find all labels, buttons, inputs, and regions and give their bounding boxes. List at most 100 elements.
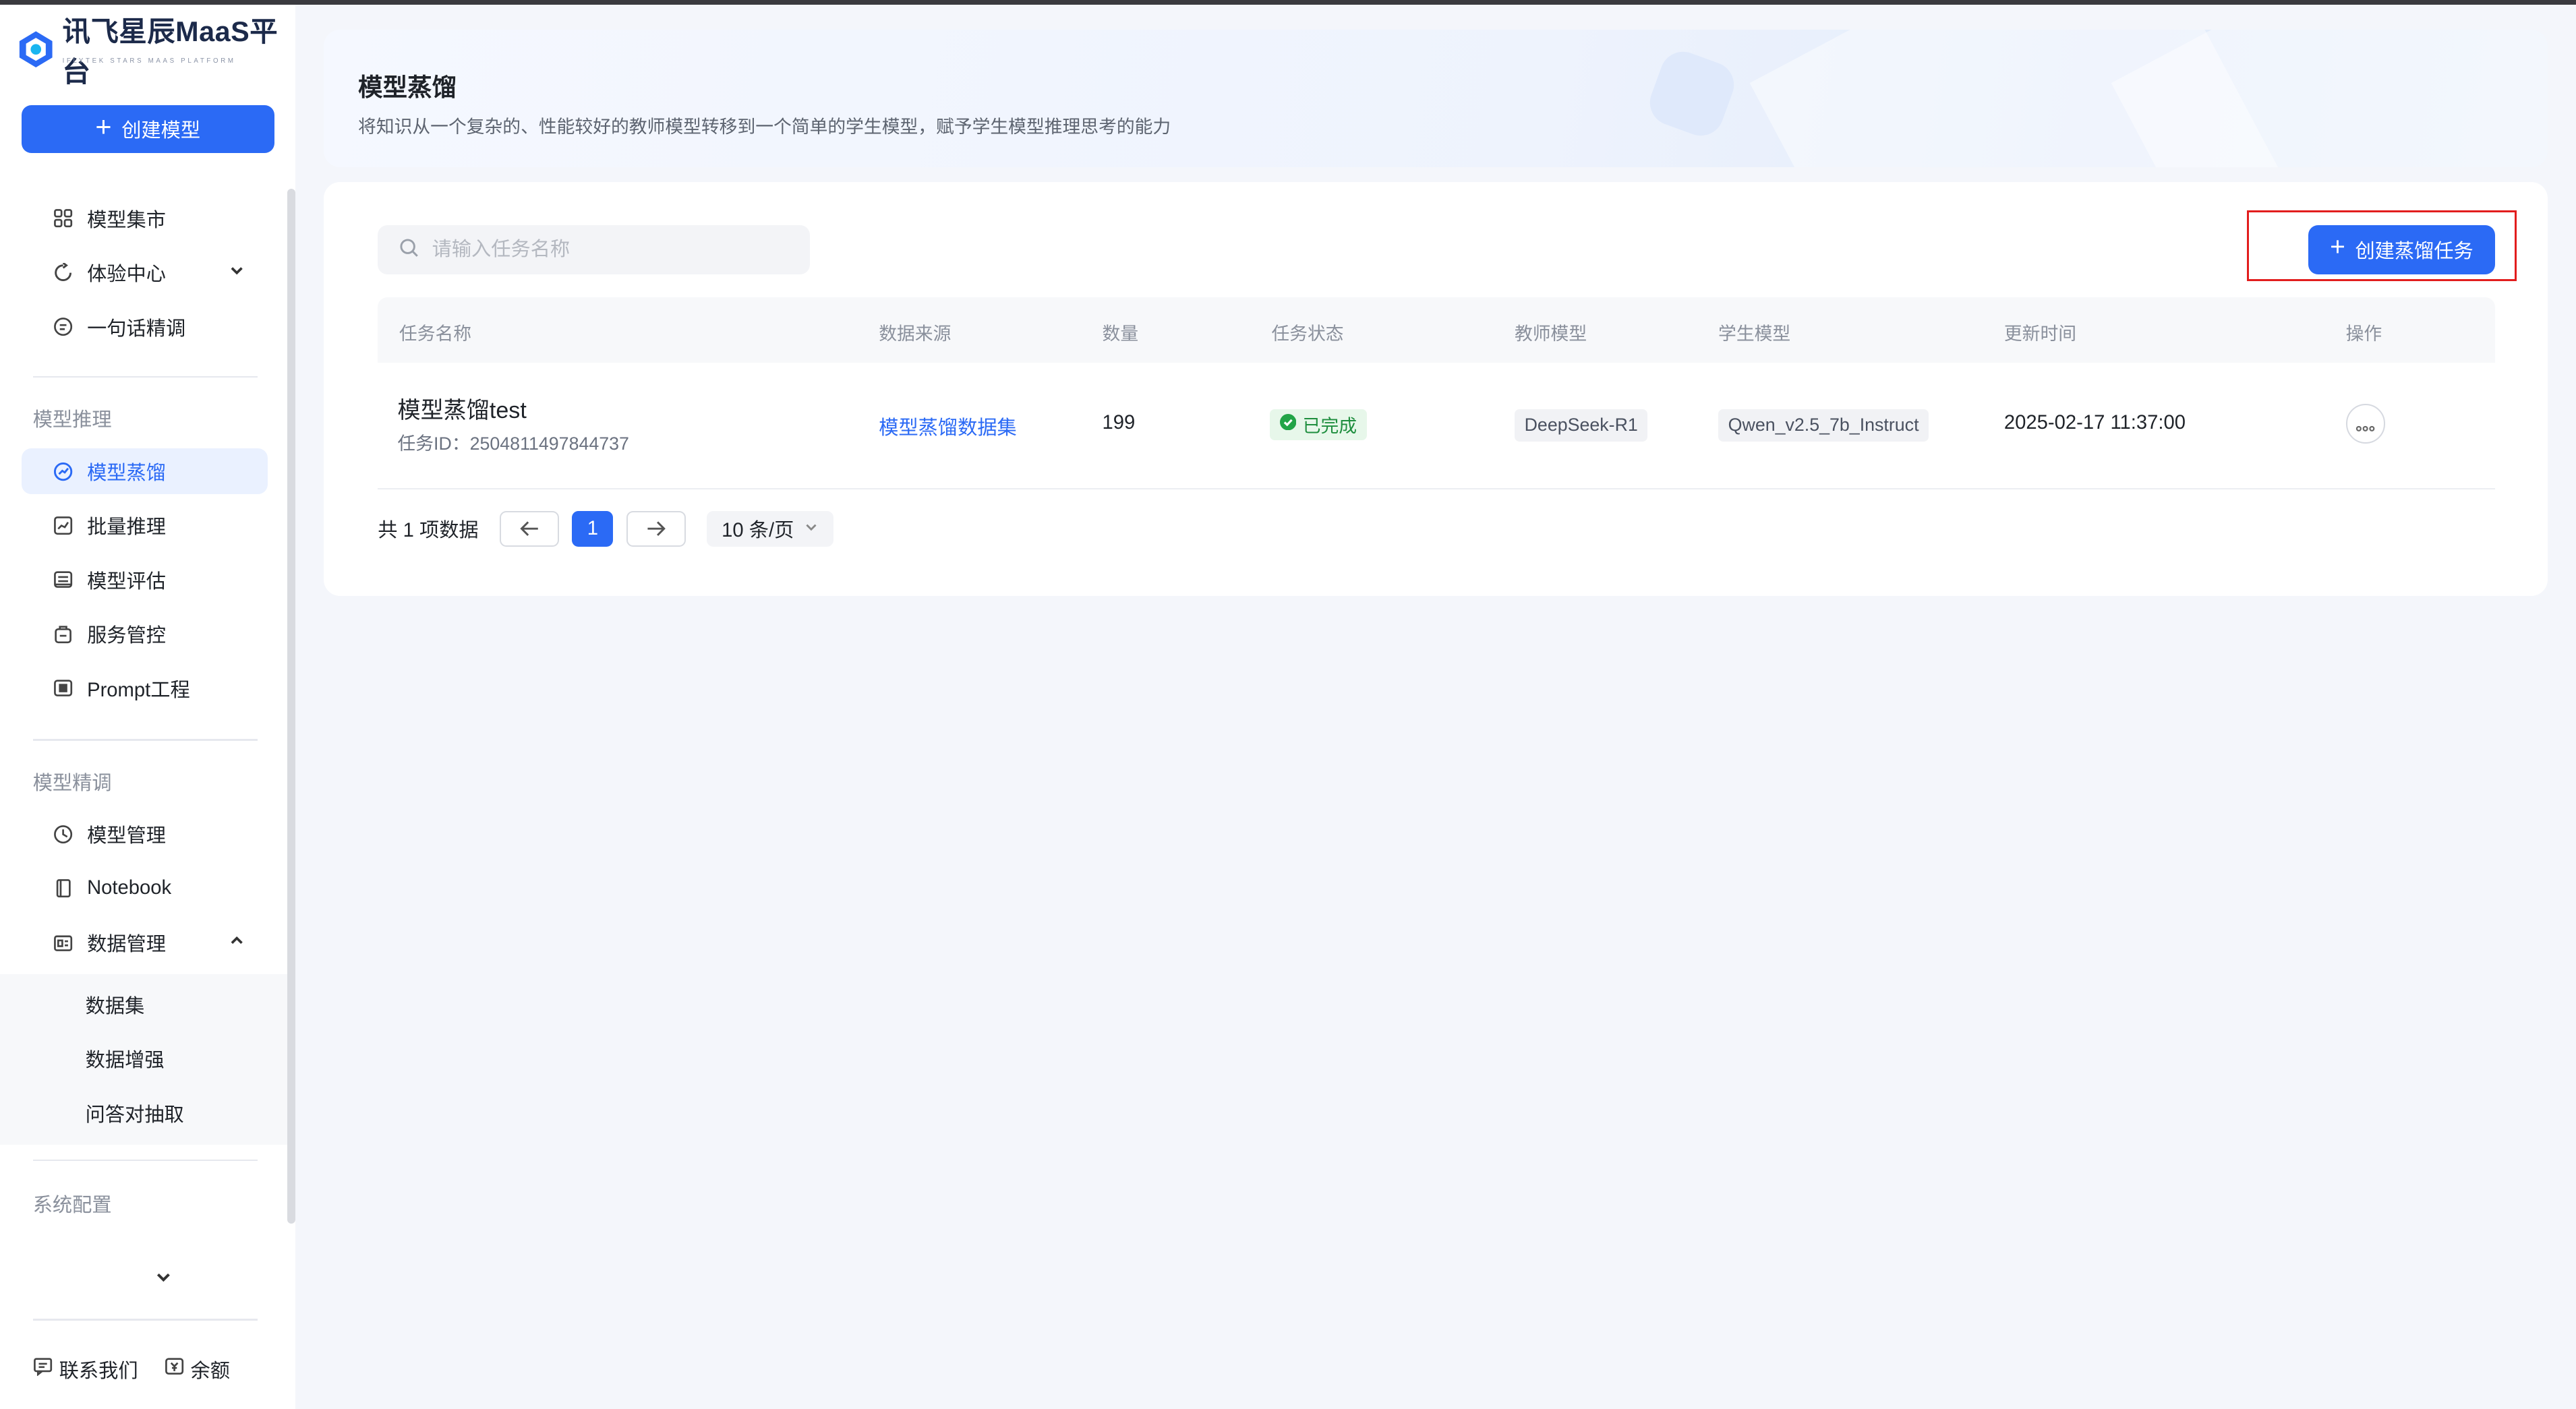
page-title: 模型蒸馏 [358,73,457,101]
status-badge: 已完成 [1270,409,1367,440]
column-header-count: 数量 [1102,323,1139,344]
sidebar-item-model-market[interactable]: 模型集市 [22,196,268,241]
sidebar-item-label: Notebook [87,877,172,899]
search-input[interactable] [432,238,794,261]
pagination: 共 1 项数据 1 10 条/页 [378,510,833,547]
sidebar-item-label: Prompt工程 [87,679,190,701]
chevron-up-icon[interactable] [229,932,245,953]
create-model-button[interactable]: + 创建模型 [21,104,274,153]
sidebar-divider [32,739,258,741]
chevron-down-icon[interactable] [154,1268,173,1291]
plus-icon: + [2330,233,2345,262]
prompt-icon [53,678,74,699]
task-list-card: + 创建蒸馏任务 任务名称 数据来源 数量 任务状态 教师模型 学生模型 更新时… [323,182,2548,597]
page-size-label: 10 条/页 [722,520,794,542]
more-actions-button[interactable] [2345,404,2386,444]
column-header-student-model: 学生模型 [1718,323,1791,344]
data-icon [53,932,74,953]
banner-decoration [1643,45,1740,142]
create-model-label: 创建模型 [121,120,201,142]
balance-link[interactable]: 余额 [165,1355,230,1383]
sidebar-divider [32,1319,258,1321]
sidebar-item-one-sentence-tune[interactable]: 一句话精调 [22,304,268,350]
data-source-link[interactable]: 模型蒸馏数据集 [879,412,1017,440]
section-label-inference: 模型推理 [32,409,112,431]
sidebar-item-label: 模型集市 [87,209,166,231]
contact-us-label: 联系我们 [59,1360,138,1382]
sidebar-item-model-distill[interactable]: 模型蒸馏 [21,448,268,495]
brand-subtitle: IFLYTEK STARS MAAS PLATFORM [62,57,236,65]
create-distill-task-button[interactable]: + 创建蒸馏任务 [2308,224,2496,274]
page-number-current[interactable]: 1 [572,510,614,547]
chevron-down-icon[interactable] [229,262,245,283]
task-name: 模型蒸馏test [397,397,527,423]
page-banner: 模型蒸馏 将知识从一个复杂的、性能较好的教师模型转移到一个简单的学生模型，赋予学… [323,29,2548,168]
sidebar-item-label: 体验中心 [87,264,166,286]
sidebar-item-batch-inference[interactable]: 批量推理 [22,502,268,548]
balance-label: 余额 [190,1360,230,1382]
column-header-teacher-model: 教师模型 [1514,323,1587,344]
sidebar-scrollbar[interactable] [287,189,296,1224]
arrow-left-icon [519,514,539,543]
contact-us-link[interactable]: 联系我们 [33,1355,138,1383]
sidebar-divider [32,1159,258,1162]
sidebar-item-data-management[interactable]: 数据管理 [22,920,268,965]
sidebar-item-label: 批量推理 [87,516,166,539]
sidebar-item-label: 服务管控 [87,625,166,647]
chevron-down-icon [804,518,819,540]
sidebar-item-service-control[interactable]: 服务管控 [22,611,268,657]
notebook-icon [53,878,74,899]
distill-icon [53,460,74,482]
student-model-tag: Qwen_v2.5_7b_Instruct [1718,409,1929,442]
column-header-actions: 操作 [2345,323,2382,344]
create-distill-task-label: 创建蒸馏任务 [2355,241,2473,263]
page-description: 将知识从一个复杂的、性能较好的教师模型转移到一个简单的学生模型，赋予学生模型推理… [358,116,1171,137]
sidebar-subitem-data-augment[interactable]: 数据增强 [86,1044,165,1073]
prev-page-button[interactable] [500,510,559,547]
column-header-data-source: 数据来源 [879,323,952,344]
window-top-edge [0,0,2576,5]
next-page-button[interactable] [626,510,686,547]
model-icon [53,824,74,845]
sidebar-item-notebook[interactable]: Notebook [22,866,268,911]
column-header-updated-time: 更新时间 [2003,323,2077,344]
service-icon [53,623,74,644]
search-icon [399,235,419,264]
section-label-system: 系统配置 [32,1194,112,1216]
sidebar-item-label: 模型评估 [87,570,166,593]
column-header-status: 任务状态 [1271,323,1344,344]
page-size-select[interactable]: 10 条/页 [707,510,833,547]
section-label-finetune: 模型精调 [32,772,112,794]
grid-icon [53,208,74,229]
sidebar-subitem-dataset[interactable]: 数据集 [86,990,145,1019]
sidebar-item-model-management[interactable]: 模型管理 [22,811,268,857]
table-header: 任务名称 数据来源 数量 任务状态 教师模型 学生模型 更新时间 操作 [378,297,2496,363]
sidebar-item-experience-center[interactable]: 体验中心 [22,249,268,295]
task-id: 任务ID：2504811497844737 [397,433,629,454]
sidebar-item-label: 模型蒸馏 [87,462,166,485]
sidebar-divider [32,376,258,378]
chat-icon [53,316,74,338]
banner-decoration [2111,29,2548,168]
search-box [378,224,810,274]
brand-logo[interactable]: 讯飞星辰MaaS平台 IFLYTEK STARS MAAS PLATFORM [16,16,295,88]
message-icon [33,1356,53,1381]
wallet-icon [165,1356,184,1381]
pagination-total: 共 1 项数据 [378,520,479,542]
sidebar-item-model-eval[interactable]: 模型评估 [22,557,268,603]
arrow-right-icon [646,514,666,543]
sidebar-subitem-qa-extract[interactable]: 问答对抽取 [86,1099,184,1127]
table-row: 模型蒸馏test 任务ID：2504811497844737 模型蒸馏数据集 1… [378,363,2496,489]
refresh-icon [53,262,74,284]
check-circle-icon [1279,414,1296,435]
status-label: 已完成 [1302,416,1357,437]
sidebar-item-prompt-engineering[interactable]: Prompt工程 [22,665,268,711]
brand-name: 讯飞星辰MaaS平台 [62,16,279,88]
brand-logo-icon [16,30,55,69]
task-count: 199 [1102,412,1136,434]
updated-time: 2025-02-17 11:37:00 [2003,412,2186,434]
teacher-model-tag: DeepSeek-R1 [1514,409,1648,442]
column-header-task-name: 任务名称 [399,323,472,344]
sidebar: 讯飞星辰MaaS平台 IFLYTEK STARS MAAS PLATFORM +… [0,5,296,1409]
more-icon [2355,409,2375,438]
